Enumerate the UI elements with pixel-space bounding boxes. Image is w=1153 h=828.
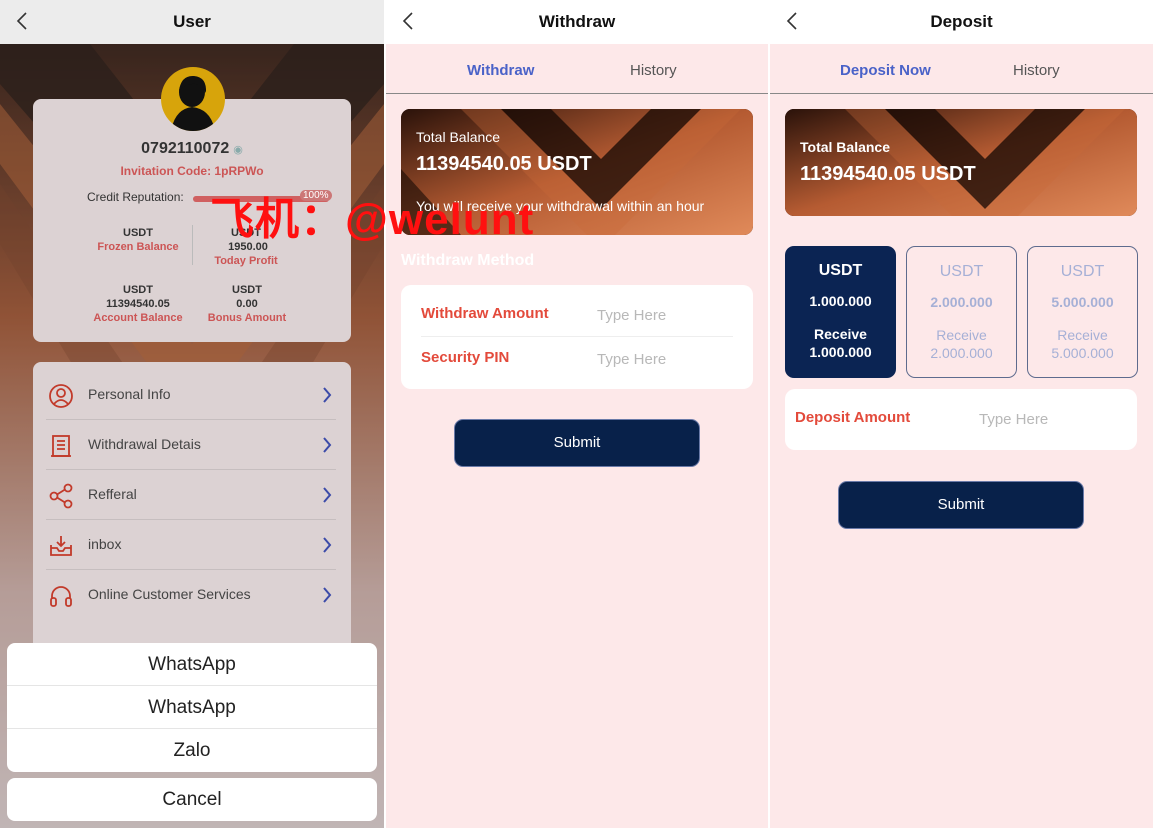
balance-amount: 11394540.05 USDT bbox=[416, 153, 592, 175]
tab-withdraw[interactable]: Withdraw bbox=[467, 62, 534, 79]
package-option-1[interactable]: USDT 1.000.000 Receive 1.000.000 bbox=[785, 246, 896, 378]
balance-amount: 11394540.05 USDT bbox=[800, 163, 976, 185]
chevron-right-icon bbox=[323, 437, 332, 453]
action-whatsapp-2[interactable]: WhatsApp bbox=[7, 686, 377, 729]
section-title: Withdraw Method bbox=[401, 252, 535, 269]
back-button[interactable] bbox=[398, 0, 422, 44]
phone-number: 0792110072 ◉ bbox=[141, 140, 243, 157]
person-silhouette-icon bbox=[171, 75, 215, 131]
cancel-button[interactable]: Cancel bbox=[7, 778, 377, 821]
chevron-right-icon bbox=[323, 387, 332, 403]
deposit-amount-input[interactable] bbox=[979, 405, 1109, 433]
account-balance-stat: USDT 11394540.05 Account Balance bbox=[93, 284, 183, 324]
invitation-code: Invitation Code: 1pRPWo bbox=[120, 164, 264, 178]
eye-icon[interactable]: ◉ bbox=[233, 144, 243, 156]
page-title: User bbox=[173, 12, 211, 31]
security-pin-row: Security PIN bbox=[421, 337, 733, 381]
balance-label: Total Balance bbox=[416, 129, 501, 145]
package-option-3[interactable]: USDT 5.000.000 Receive 5.000.000 bbox=[1027, 246, 1138, 378]
tab-bar: Deposit Now History bbox=[770, 46, 1153, 94]
submit-button[interactable]: Submit bbox=[838, 481, 1084, 529]
withdraw-form: Withdraw Amount Security PIN bbox=[401, 285, 753, 389]
page-title: Deposit bbox=[930, 12, 993, 31]
credit-label: Credit Reputation: bbox=[87, 190, 184, 204]
frozen-balance-stat: USDT Frozen Balance bbox=[97, 227, 179, 253]
menu-item-withdrawal-details[interactable]: Withdrawal Detais bbox=[46, 420, 336, 470]
user-circle-icon bbox=[49, 384, 73, 408]
chevron-left-icon bbox=[16, 12, 27, 30]
chevron-right-icon bbox=[323, 537, 332, 553]
package-option-2[interactable]: USDT 2.000.000 Receive 2.000.000 bbox=[906, 246, 1017, 378]
action-sheet: WhatsApp WhatsApp Zalo bbox=[7, 643, 377, 772]
tab-bar: Withdraw History bbox=[386, 46, 768, 94]
deposit-amount-row: Deposit Amount bbox=[795, 397, 1117, 441]
menu-item-inbox[interactable]: inbox bbox=[46, 520, 336, 570]
withdraw-amount-input[interactable] bbox=[597, 301, 727, 329]
balance-card: Total Balance 11394540.05 USDT bbox=[785, 109, 1137, 216]
headset-icon bbox=[50, 586, 72, 607]
menu-item-customer-services[interactable]: Online Customer Services bbox=[46, 570, 336, 620]
page-title: Withdraw bbox=[538, 12, 616, 31]
document-list-icon bbox=[51, 435, 71, 457]
header: Withdraw bbox=[386, 0, 768, 44]
share-icon bbox=[49, 483, 73, 509]
header: User bbox=[0, 0, 384, 44]
withdraw-amount-row: Withdraw Amount bbox=[421, 293, 733, 337]
deposit-panel: Deposit Deposit Now History Total Balanc… bbox=[770, 0, 1153, 828]
back-button[interactable] bbox=[782, 0, 806, 44]
tab-history[interactable]: History bbox=[1013, 62, 1060, 79]
chevron-right-icon bbox=[323, 487, 332, 503]
inbox-icon bbox=[50, 536, 72, 556]
submit-button[interactable]: Submit bbox=[454, 419, 700, 467]
chevron-right-icon bbox=[323, 587, 332, 603]
action-whatsapp-1[interactable]: WhatsApp bbox=[7, 643, 377, 686]
deposit-form: Deposit Amount bbox=[785, 389, 1137, 450]
withdraw-panel: Withdraw Withdraw History Total Balance … bbox=[386, 0, 768, 828]
balance-label: Total Balance bbox=[800, 139, 890, 155]
bonus-amount-stat: USDT 0.00 Bonus Amount bbox=[207, 284, 287, 324]
tab-deposit-now[interactable]: Deposit Now bbox=[840, 62, 931, 79]
avatar[interactable] bbox=[161, 67, 225, 131]
tab-history[interactable]: History bbox=[630, 62, 677, 79]
chevron-left-icon bbox=[402, 12, 413, 30]
chevron-left-icon bbox=[786, 12, 797, 30]
menu-item-personal-info[interactable]: Personal Info bbox=[46, 370, 336, 420]
menu-item-refferal[interactable]: Refferal bbox=[46, 470, 336, 520]
watermark: 飞机：@welunt bbox=[210, 195, 535, 244]
security-pin-input[interactable] bbox=[597, 345, 727, 373]
back-button[interactable] bbox=[12, 0, 36, 44]
action-zalo[interactable]: Zalo bbox=[7, 729, 377, 772]
header: Deposit bbox=[770, 0, 1153, 44]
user-panel: User 0792110072 ◉ Invitation Code: 1pRPWo… bbox=[0, 0, 384, 828]
